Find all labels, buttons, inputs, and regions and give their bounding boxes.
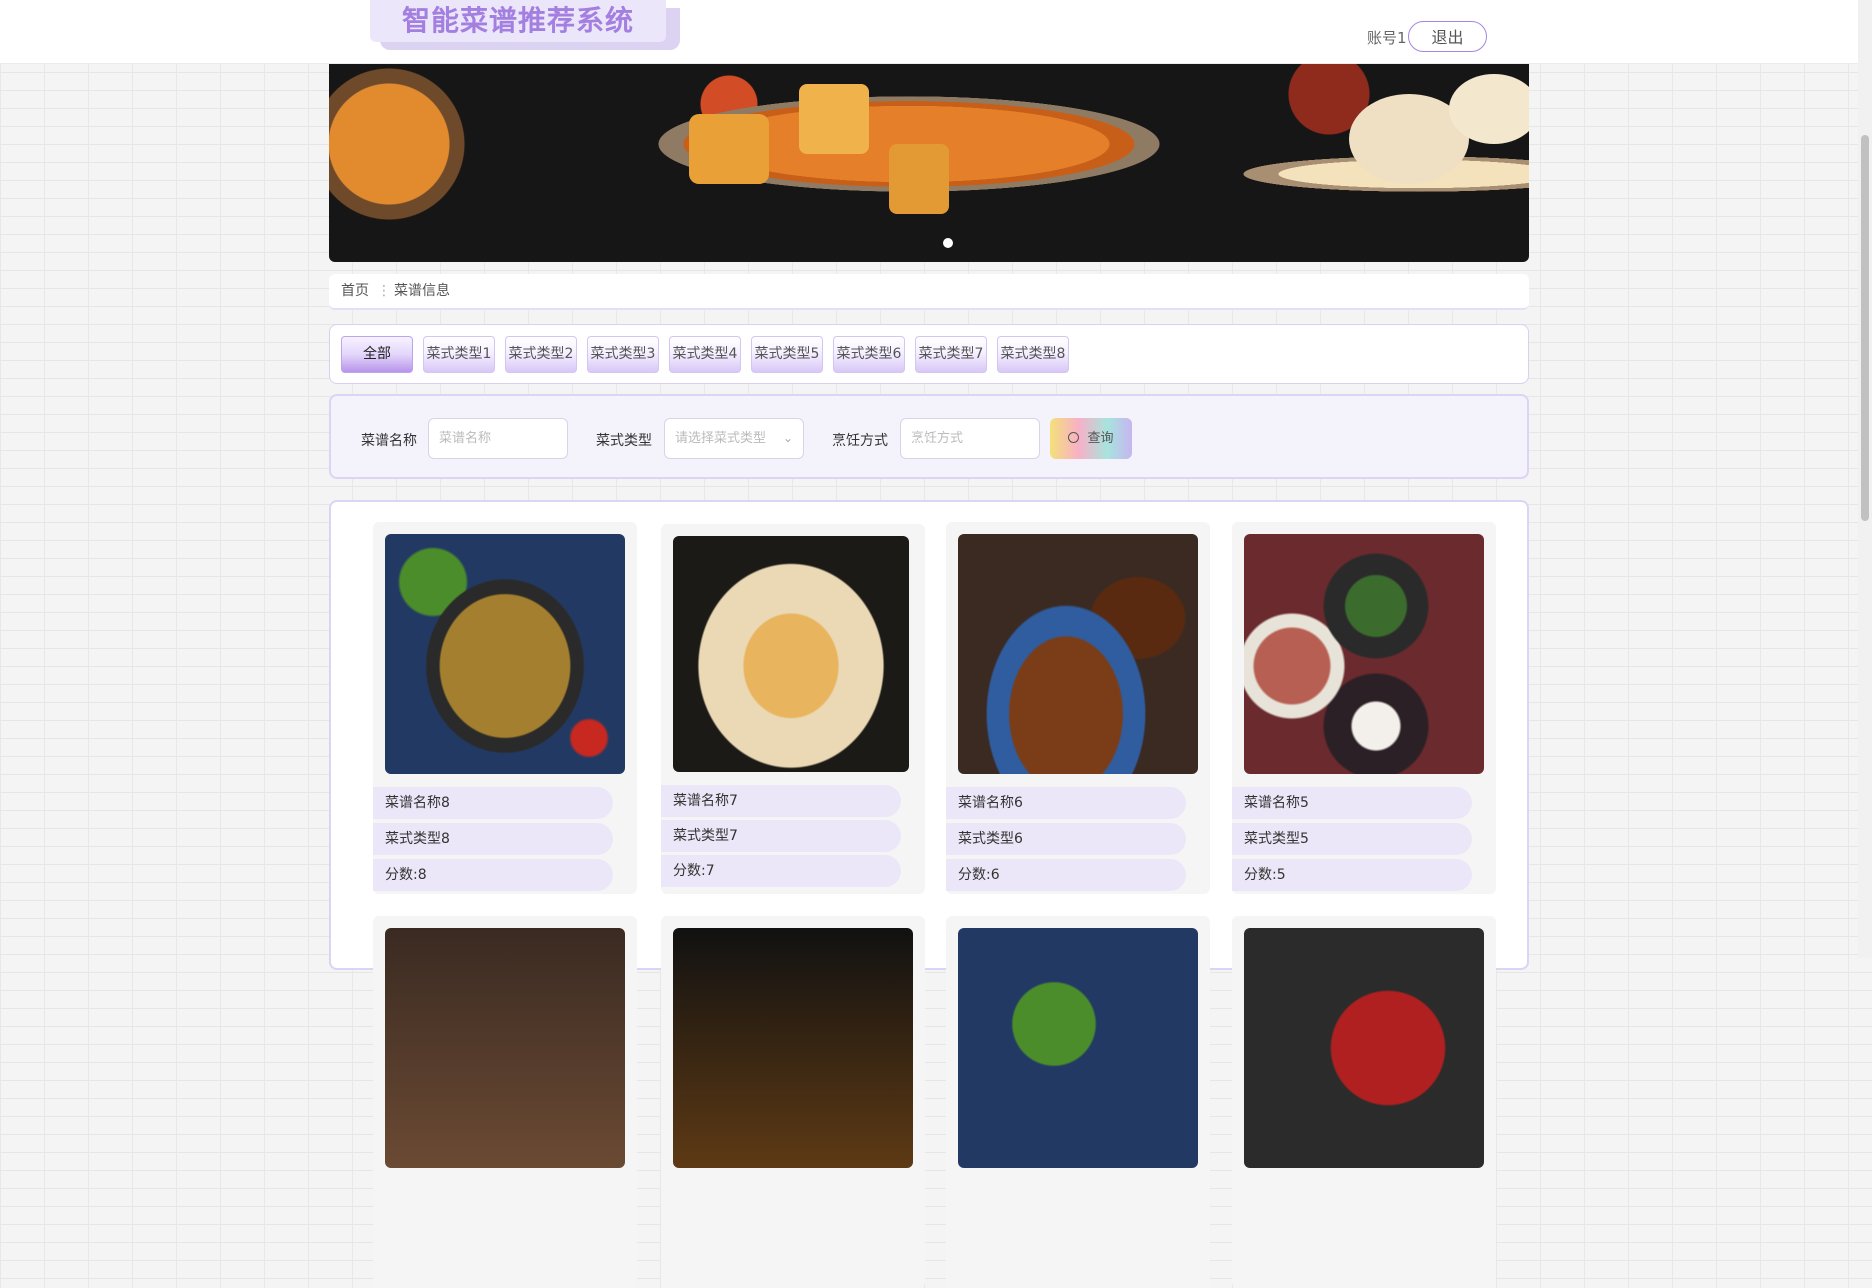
recipe-card[interactable] xyxy=(373,916,637,1288)
banner-carousel[interactable] xyxy=(329,64,1529,262)
recipe-image[interactable] xyxy=(1244,534,1484,774)
page-scrollbar-thumb[interactable] xyxy=(1861,135,1869,521)
recipe-type: 菜式类型8 xyxy=(373,823,613,855)
recipe-card[interactable] xyxy=(1232,916,1496,1288)
recipe-type: 菜式类型7 xyxy=(661,820,901,852)
query-button[interactable]: 查询 xyxy=(1050,418,1132,459)
recipe-type: 菜式类型6 xyxy=(946,823,1186,855)
filter-type-8-button[interactable]: 菜式类型8 xyxy=(997,336,1069,373)
logout-button[interactable]: 退出 xyxy=(1408,21,1487,52)
breadcrumb: 首页 ⋮ 菜谱信息 xyxy=(329,274,1529,310)
search-icon xyxy=(1068,432,1080,443)
recipe-image[interactable] xyxy=(958,534,1198,774)
dish-type-label: 菜式类型 xyxy=(596,433,652,449)
recipe-image[interactable] xyxy=(673,928,913,1168)
recipe-name-label: 菜谱名称 xyxy=(361,433,417,449)
recipe-image[interactable] xyxy=(385,928,625,1168)
filter-type-1-button[interactable]: 菜式类型1 xyxy=(423,336,495,373)
recipe-card[interactable]: 菜谱名称6 菜式类型6 分数:6 xyxy=(946,522,1210,894)
breadcrumb-separator: ⋮ xyxy=(377,283,391,299)
recipe-score: 分数:7 xyxy=(661,855,901,887)
recipe-score: 分数:6 xyxy=(946,859,1186,891)
carousel-indicator-dot[interactable] xyxy=(943,238,953,248)
banner-food-shape xyxy=(1449,74,1529,144)
dish-type-select[interactable]: 请选择菜式类型 ⌄ xyxy=(664,418,804,459)
top-navbar: 智能菜谱推荐系统 账号1 退出 xyxy=(0,0,1858,64)
filter-type-6-button[interactable]: 菜式类型6 xyxy=(833,336,905,373)
recipe-card[interactable] xyxy=(661,916,925,1288)
recipe-image[interactable] xyxy=(673,536,909,772)
cooking-method-label: 烹饪方式 xyxy=(832,433,888,449)
banner-food-shape xyxy=(889,144,949,214)
query-button-label: 查询 xyxy=(1087,431,1114,446)
filter-all-button[interactable]: 全部 xyxy=(341,336,413,373)
recipe-image[interactable] xyxy=(385,534,625,774)
recipe-name: 菜谱名称8 xyxy=(373,787,613,819)
recipe-name: 菜谱名称5 xyxy=(1232,787,1472,819)
filter-type-7-button[interactable]: 菜式类型7 xyxy=(915,336,987,373)
recipe-name: 菜谱名称6 xyxy=(946,787,1186,819)
recipe-name-input[interactable] xyxy=(428,418,568,459)
breadcrumb-current: 菜谱信息 xyxy=(394,283,450,299)
recipe-card[interactable]: 菜谱名称7 菜式类型7 分数:7 xyxy=(661,524,925,894)
recipe-card[interactable]: 菜谱名称5 菜式类型5 分数:5 xyxy=(1232,522,1496,894)
recipe-card[interactable]: 菜谱名称8 菜式类型8 分数:8 xyxy=(373,522,637,894)
banner-food-shape xyxy=(799,84,869,154)
recipe-name: 菜谱名称7 xyxy=(661,785,901,817)
filter-type-4-button[interactable]: 菜式类型4 xyxy=(669,336,741,373)
recipe-score: 分数:5 xyxy=(1232,859,1472,891)
category-filter-bar: 全部 菜式类型1 菜式类型2 菜式类型3 菜式类型4 菜式类型5 菜式类型6 菜… xyxy=(329,324,1529,384)
recipe-image[interactable] xyxy=(1244,928,1484,1168)
dish-type-select-placeholder: 请选择菜式类型 xyxy=(675,431,767,446)
recipe-score: 分数:8 xyxy=(373,859,613,891)
chevron-down-icon: ⌄ xyxy=(782,431,793,445)
recipe-card[interactable] xyxy=(946,916,1210,1288)
breadcrumb-home-link[interactable]: 首页 xyxy=(341,274,369,308)
search-form: 菜谱名称 菜式类型 请选择菜式类型 ⌄ 烹饪方式 查询 xyxy=(329,394,1529,479)
account-name: 账号1 xyxy=(1367,29,1407,47)
cooking-method-input[interactable] xyxy=(900,418,1040,459)
recipe-image[interactable] xyxy=(958,928,1198,1168)
recipe-type: 菜式类型5 xyxy=(1232,823,1472,855)
site-title: 智能菜谱推荐系统 xyxy=(370,0,666,42)
recipe-grid: 菜谱名称8 菜式类型8 分数:8 菜谱名称7 菜式类型7 分数:7 菜谱名称6 … xyxy=(329,500,1529,1288)
filter-type-5-button[interactable]: 菜式类型5 xyxy=(751,336,823,373)
filter-type-2-button[interactable]: 菜式类型2 xyxy=(505,336,577,373)
banner-food-shape xyxy=(689,114,769,184)
filter-type-3-button[interactable]: 菜式类型3 xyxy=(587,336,659,373)
